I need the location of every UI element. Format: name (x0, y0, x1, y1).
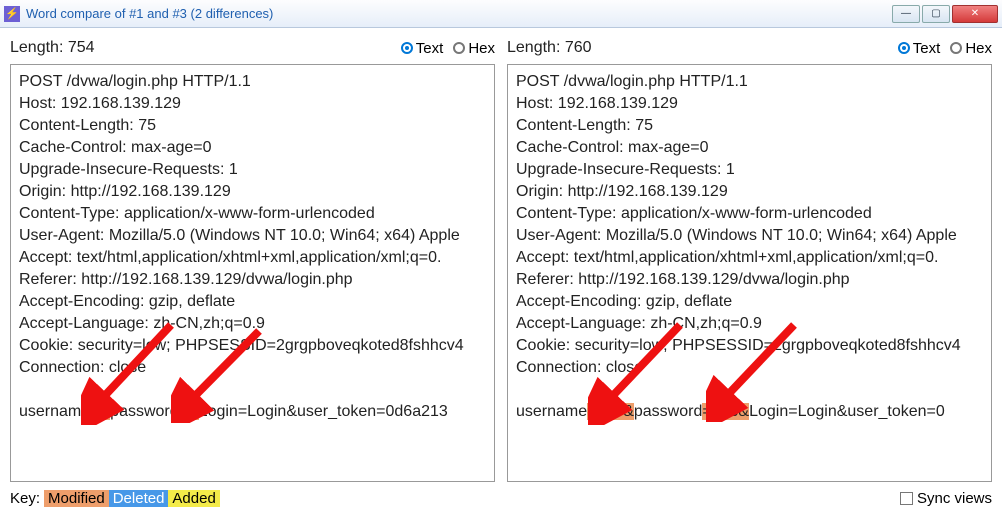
request-line: Referer: http://192.168.139.129/dvwa/log… (19, 269, 486, 291)
request-line: Origin: http://192.168.139.129 (19, 181, 486, 203)
diff-highlight: =456& (587, 403, 634, 420)
request-line: Upgrade-Insecure-Requests: 1 (516, 159, 983, 181)
right-radio-hex[interactable]: Hex (950, 40, 992, 57)
request-line: Cookie: security=low; PHPSESSID=2grgpbov… (516, 335, 983, 357)
request-line: Host: 192.168.139.129 (516, 93, 983, 115)
right-radio-text[interactable]: Text (898, 40, 941, 57)
left-pane: Length: 754 Text Hex POST /dvwa/login.ph… (10, 34, 495, 482)
request-line: Cache-Control: max-age=0 (19, 137, 486, 159)
titlebar: ⚡ Word compare of #1 and #3 (2 differenc… (0, 0, 1002, 28)
request-line: Content-Length: 75 (516, 115, 983, 137)
maximize-button[interactable]: ▢ (922, 5, 950, 23)
request-line: Upgrade-Insecure-Requests: 1 (19, 159, 486, 181)
request-body: username=&password=&Login=Login&user_tok… (19, 401, 486, 423)
request-line: Cookie: security=low; PHPSESSID=2grgpbov… (19, 335, 486, 357)
app-icon: ⚡ (4, 6, 20, 22)
request-line: Content-Type: application/x-www-form-url… (516, 203, 983, 225)
request-line: Accept-Encoding: gzip, deflate (516, 291, 983, 313)
right-length-label: Length: 760 (507, 39, 898, 57)
request-line: Connection: close (516, 357, 983, 379)
window-title: Word compare of #1 and #3 (2 differences… (26, 6, 892, 21)
left-length-label: Length: 754 (10, 39, 401, 57)
request-line: Content-Length: 75 (19, 115, 486, 137)
request-line: Connection: close (19, 357, 486, 379)
request-line: POST /dvwa/login.php HTTP/1.1 (19, 71, 486, 93)
key-modified: Modified (44, 490, 109, 507)
request-line: Accept-Language: zh-CN,zh;q=0.9 (19, 313, 486, 335)
request-line: Accept-Language: zh-CN,zh;q=0.9 (516, 313, 983, 335)
right-content[interactable]: POST /dvwa/login.php HTTP/1.1 Host: 192.… (507, 64, 992, 482)
diff-highlight: =& (90, 403, 110, 420)
request-line: Host: 192.168.139.129 (19, 93, 486, 115)
key-label: Key: (10, 490, 40, 507)
request-line: POST /dvwa/login.php HTTP/1.1 (516, 71, 983, 93)
diff-highlight: =123& (702, 403, 749, 420)
left-radio-hex[interactable]: Hex (453, 40, 495, 57)
request-line: Accept: text/html,application/xhtml+xml,… (516, 247, 983, 269)
key-added: Added (168, 490, 219, 507)
right-pane: Length: 760 Text Hex POST /dvwa/login.ph… (507, 34, 992, 482)
close-button[interactable]: ✕ (952, 5, 998, 23)
request-line: Accept-Encoding: gzip, deflate (19, 291, 486, 313)
minimize-button[interactable]: — (892, 5, 920, 23)
request-line: Cache-Control: max-age=0 (516, 137, 983, 159)
footer: Key: Modified Deleted Added Sync views (0, 486, 1002, 514)
sync-views-checkbox[interactable]: Sync views (900, 490, 992, 507)
request-line: Origin: http://192.168.139.129 (516, 181, 983, 203)
key-deleted: Deleted (109, 490, 169, 507)
request-body: username=456&password=123&Login=Login&us… (516, 401, 983, 423)
left-content[interactable]: POST /dvwa/login.php HTTP/1.1 Host: 192.… (10, 64, 495, 482)
request-line: User-Agent: Mozilla/5.0 (Windows NT 10.0… (19, 225, 486, 247)
left-radio-text[interactable]: Text (401, 40, 444, 57)
request-line: Accept: text/html,application/xhtml+xml,… (19, 247, 486, 269)
request-line: Referer: http://192.168.139.129/dvwa/log… (516, 269, 983, 291)
diff-highlight: =& (179, 403, 199, 420)
request-line: User-Agent: Mozilla/5.0 (Windows NT 10.0… (516, 225, 983, 247)
request-line: Content-Type: application/x-www-form-url… (19, 203, 486, 225)
